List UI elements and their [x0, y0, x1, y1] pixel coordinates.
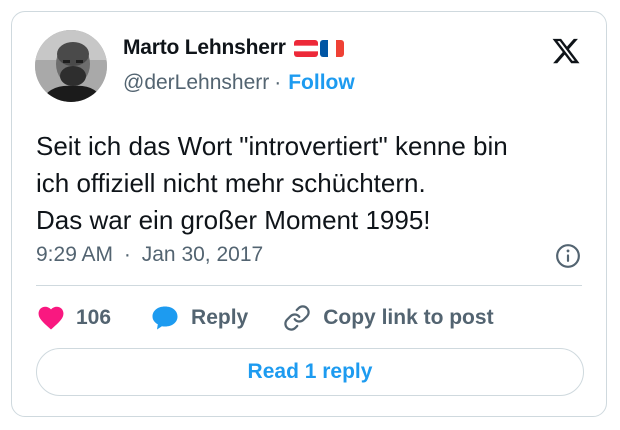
x-logo-icon[interactable] — [550, 36, 582, 66]
author-handle[interactable]: @derLehnsherr — [123, 71, 269, 95]
tweet-text-line: ich offiziell nicht mehr schüchtern. — [36, 168, 426, 198]
avatar-photo — [35, 30, 107, 102]
reply-button[interactable]: Reply — [151, 305, 248, 331]
tweet-date: Jan 30, 2017 — [141, 243, 264, 266]
link-icon — [284, 305, 310, 331]
like-count: 106 — [76, 306, 112, 329]
info-icon[interactable] — [555, 243, 581, 269]
copy-link-button[interactable]: Copy link to post — [283, 304, 494, 332]
timestamp-separator: · — [123, 243, 131, 266]
like-button[interactable]: 106 — [38, 306, 111, 330]
action-bar: 106 Reply Copy link to post — [38, 302, 494, 334]
copy-link-label: Copy link to post — [323, 306, 494, 329]
tweet-time: 9:29 AM — [36, 243, 114, 266]
author-display-name[interactable]: Marto Lehnsherr — [123, 36, 286, 60]
tweet-text: Seit ich das Wort "introvertiert" kenne … — [36, 128, 596, 239]
read-replies-label: Read 1 reply — [247, 360, 373, 383]
austria-flag-icon — [293, 39, 318, 57]
tweet-timestamp[interactable]: 9:29 AM · Jan 30, 2017 — [36, 243, 263, 267]
follow-button[interactable]: Follow — [288, 71, 355, 95]
tweet-text-line: Das war ein großer Moment 1995! — [36, 205, 431, 235]
tweet-text-line: Seit ich das Wort "introvertiert" kenne … — [36, 131, 508, 161]
tweet-card: Marto Lehnsherr @derLehnsherr · Follow S… — [11, 11, 607, 417]
speech-bubble-icon — [152, 306, 178, 330]
divider — [36, 285, 582, 286]
heart-icon — [38, 306, 64, 330]
france-flag-icon — [319, 39, 344, 57]
author-handle-row: @derLehnsherr · Follow — [123, 71, 355, 95]
reply-label: Reply — [191, 306, 249, 329]
handle-separator: · — [274, 71, 282, 94]
author-name-row: Marto Lehnsherr — [123, 36, 344, 60]
avatar[interactable] — [35, 30, 107, 102]
read-replies-button[interactable]: Read 1 reply — [36, 348, 584, 396]
flag-emojis — [293, 39, 344, 57]
